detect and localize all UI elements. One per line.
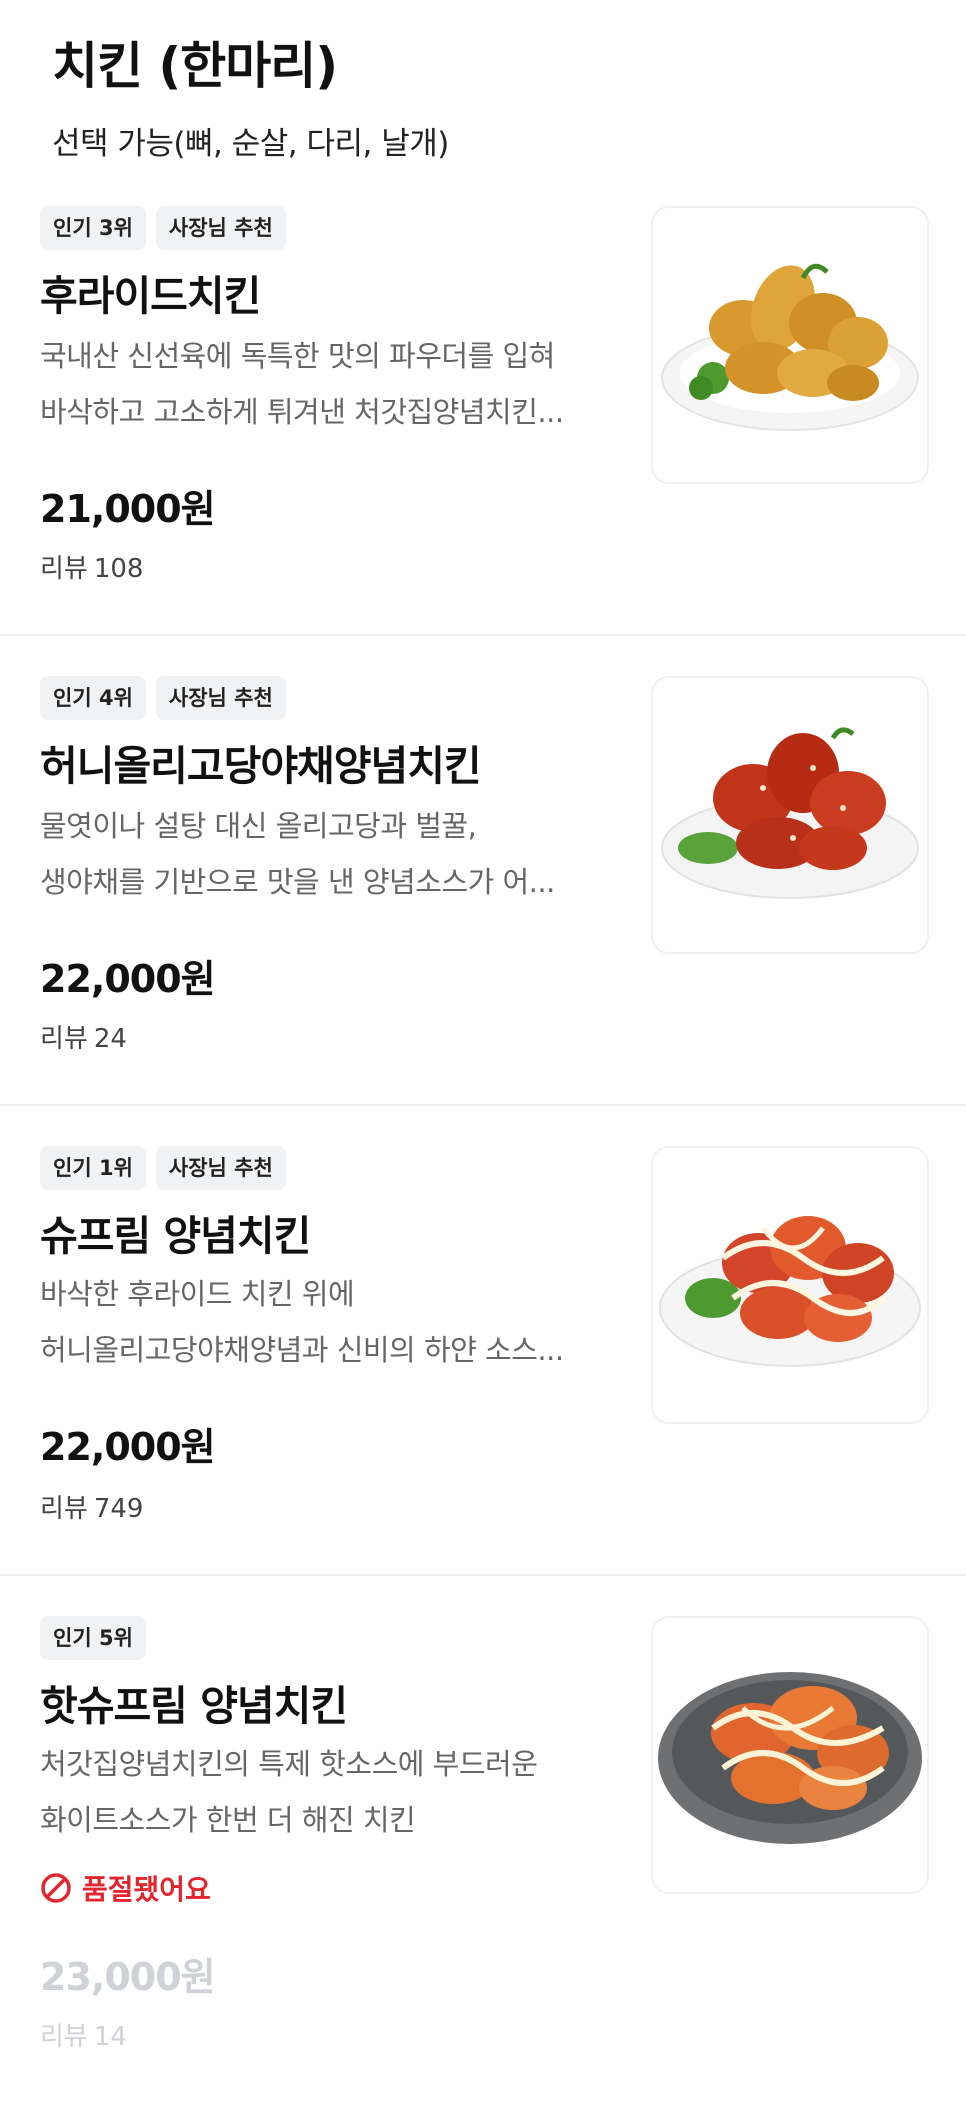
menu-item-supreme-chicken[interactable]: 인기 1위 사장님 추천 슈프림 양념치킨 바삭한 후라이드 치킨 위에 허니올… [0, 1106, 966, 1576]
popularity-tag: 인기 4위 [40, 676, 146, 720]
tag-list: 인기 5위 [40, 1616, 146, 1660]
item-name: 허니올리고당야채양념치킨 [40, 742, 482, 790]
item-review-count: 리뷰 14 [40, 2016, 127, 2053]
item-description-line: 바삭하고 고소하게 튀겨낸 처갓집양념치킨... [40, 395, 564, 429]
tag-list: 인기 3위 사장님 추천 [40, 206, 286, 250]
review-label: 리뷰 [40, 554, 88, 584]
section-title: 치킨 (한마리) [52, 37, 338, 95]
item-price: 22,000원 [40, 957, 216, 1001]
menu-item-hot-supreme-chicken[interactable]: 인기 5위 핫슈프림 양념치킨 처갓집양념치킨의 특제 핫소스에 부드러운 화이… [0, 1576, 966, 2052]
section-subtitle: 선택 가능(뼈, 순살, 다리, 날개) [52, 126, 449, 162]
sold-out-badge: 품절됐어요 [40, 1868, 211, 1908]
tag-list: 인기 1위 사장님 추천 [40, 1146, 286, 1190]
tag-list: 인기 4위 사장님 추천 [40, 676, 286, 720]
item-description: 처갓집양념치킨의 특제 핫소스에 부드러운 화이트소스가 한번 더 해진 치킨 [40, 1736, 620, 1848]
menu-item-fried-chicken[interactable]: 인기 3위 사장님 추천 후라이드치킨 국내산 신선육에 독특한 맛의 파우더를… [0, 196, 966, 636]
item-price: 21,000원 [40, 487, 216, 531]
item-description: 바삭한 후라이드 치킨 위에 허니올리고당야채양념과 신비의 하얀 소스... [40, 1266, 620, 1378]
item-review-count: 리뷰 108 [40, 548, 143, 585]
owner-recommend-tag: 사장님 추천 [155, 1146, 286, 1190]
review-number: 14 [93, 2022, 127, 2052]
review-label: 리뷰 [40, 2022, 88, 2052]
popularity-tag: 인기 3위 [40, 206, 146, 250]
item-description-line: 바삭한 후라이드 치킨 위에 [40, 1277, 355, 1311]
item-description-line: 국내산 신선육에 독특한 맛의 파우더를 입혀 [40, 339, 555, 373]
review-number: 749 [93, 1494, 144, 1524]
popularity-tag: 인기 5위 [40, 1616, 146, 1660]
menu-item-honey-oligo-chicken[interactable]: 인기 4위 사장님 추천 허니올리고당야채양념치킨 물엿이나 설탕 대신 올리고… [0, 636, 966, 1106]
hot-supreme-chicken-photo-icon[interactable] [651, 1616, 929, 1894]
item-description-line: 처갓집양념치킨의 특제 핫소스에 부드러운 [40, 1747, 538, 1781]
item-description-line: 생야채를 기반으로 맛을 낸 양념소스가 어... [40, 865, 555, 899]
review-label: 리뷰 [40, 1024, 88, 1054]
review-number: 24 [93, 1024, 127, 1054]
owner-recommend-tag: 사장님 추천 [155, 676, 286, 720]
item-description: 물엿이나 설탕 대신 올리고당과 벌꿀, 생야채를 기반으로 맛을 낸 양념소스… [40, 798, 620, 910]
section-header: 치킨 (한마리) 선택 가능(뼈, 순살, 다리, 날개) [0, 0, 966, 196]
prohibited-icon [41, 1873, 71, 1903]
fried-chicken-photo-icon[interactable] [651, 206, 929, 484]
item-review-count: 리뷰 749 [40, 1488, 143, 1525]
review-label: 리뷰 [40, 1494, 88, 1524]
item-description-line: 물엿이나 설탕 대신 올리고당과 벌꿀, [40, 809, 477, 843]
item-name: 후라이드치킨 [40, 272, 261, 320]
item-price: 22,000원 [40, 1425, 216, 1469]
item-description: 국내산 신선육에 독특한 맛의 파우더를 입혀 바삭하고 고소하게 튀겨낸 처갓… [40, 328, 620, 440]
sold-out-label: 품절됐어요 [82, 1873, 211, 1906]
review-number: 108 [93, 554, 144, 584]
item-name: 슈프림 양념치킨 [40, 1212, 311, 1260]
item-price: 23,000원 [40, 1955, 216, 1999]
item-name: 핫슈프림 양념치킨 [40, 1682, 348, 1730]
popularity-tag: 인기 1위 [40, 1146, 146, 1190]
item-review-count: 리뷰 24 [40, 1018, 127, 1055]
supreme-chicken-photo-icon[interactable] [651, 1146, 929, 1424]
owner-recommend-tag: 사장님 추천 [155, 206, 286, 250]
yangnyeom-chicken-photo-icon[interactable] [651, 676, 929, 954]
item-description-line: 화이트소스가 한번 더 해진 치킨 [40, 1803, 416, 1837]
item-description-line: 허니올리고당야채양념과 신비의 하얀 소스... [40, 1333, 564, 1367]
